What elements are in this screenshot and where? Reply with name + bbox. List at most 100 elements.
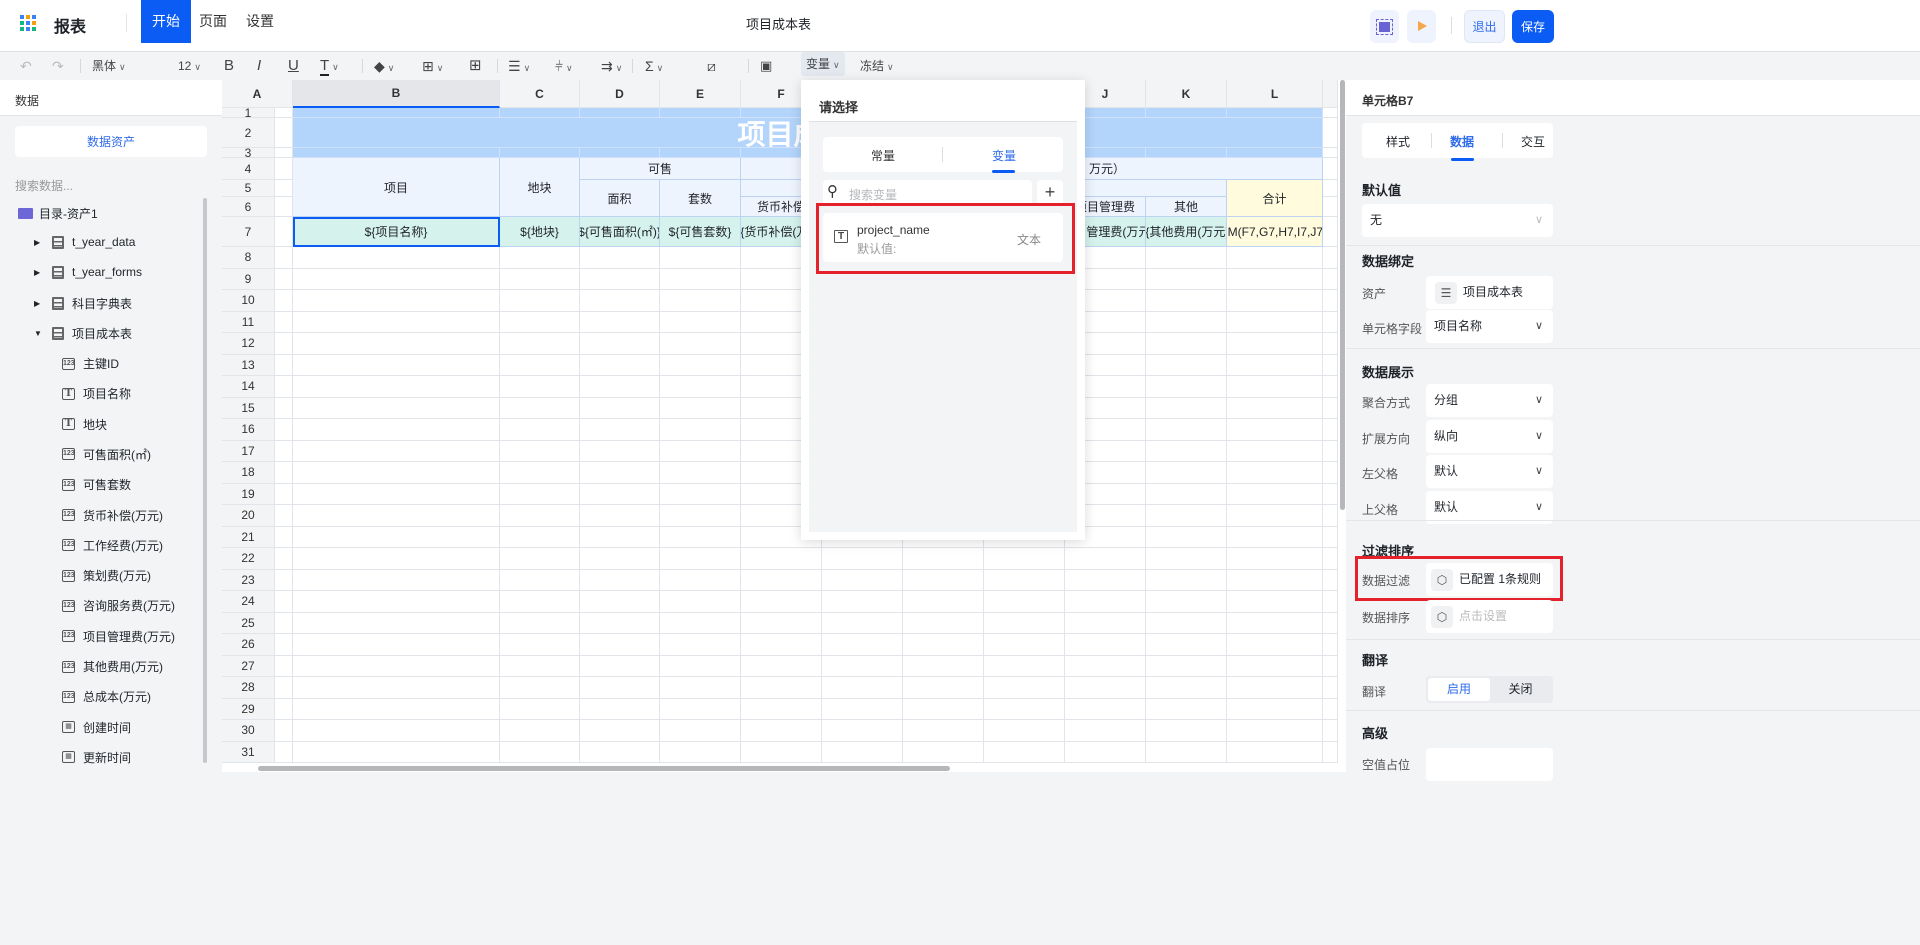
cell[interactable] <box>1323 612 1338 634</box>
cell[interactable] <box>903 655 984 677</box>
cell[interactable] <box>293 677 500 699</box>
column-header[interactable]: B <box>293 80 500 108</box>
cell[interactable] <box>984 655 1065 677</box>
cell[interactable] <box>580 397 660 419</box>
cell[interactable] <box>660 698 741 720</box>
cell[interactable] <box>1227 612 1323 634</box>
field-item[interactable]: 123 可售面积(㎡) <box>62 446 151 463</box>
tab-settings[interactable]: 设置 <box>235 0 285 43</box>
cell[interactable] <box>660 333 741 355</box>
tab-constant[interactable]: 常量 <box>871 147 895 164</box>
data-assets-button[interactable]: 数据资产 <box>15 126 207 157</box>
cell[interactable] <box>660 741 741 763</box>
cell[interactable] <box>1323 217 1338 247</box>
cell[interactable] <box>500 354 580 376</box>
cell[interactable] <box>1146 612 1227 634</box>
cell[interactable]: ${可售面积(㎡)} <box>580 217 660 247</box>
cell[interactable] <box>293 311 500 333</box>
formula-cell[interactable]: =SUM(F7,G7,H7,I7,J7,K7) <box>1227 217 1323 247</box>
text-color-button[interactable]: T ∨ <box>320 56 339 76</box>
cell[interactable] <box>660 354 741 376</box>
cell[interactable] <box>1065 591 1146 613</box>
cell[interactable] <box>1323 720 1338 742</box>
cell[interactable] <box>1227 526 1323 548</box>
vertical-align-icon[interactable]: ⫩ ∨ <box>555 56 573 76</box>
cell[interactable] <box>1323 158 1338 180</box>
table-item[interactable]: ▶ 科目字典表 <box>34 295 132 312</box>
cell[interactable] <box>1323 354 1338 376</box>
cell[interactable] <box>1323 505 1338 527</box>
variable-list-item[interactable]: T project_name 默认值: 文本 <box>823 213 1063 262</box>
cell[interactable] <box>1146 462 1227 484</box>
row-header[interactable]: 11 <box>222 311 275 333</box>
cell[interactable] <box>580 290 660 312</box>
cell[interactable] <box>580 720 660 742</box>
tab-page[interactable]: 页面 <box>188 0 238 43</box>
horizontal-scrollbar[interactable] <box>258 766 950 771</box>
cell[interactable] <box>1065 612 1146 634</box>
underline-button[interactable]: U <box>288 56 299 76</box>
cell[interactable] <box>741 655 822 677</box>
cell[interactable] <box>1227 741 1323 763</box>
cell[interactable] <box>500 698 580 720</box>
row-header[interactable]: 9 <box>222 268 275 290</box>
cell[interactable] <box>903 741 984 763</box>
italic-button[interactable]: I <box>257 56 261 76</box>
align-icon[interactable]: ☰ ∨ <box>508 56 530 76</box>
font-size-select[interactable]: 12 ∨ <box>178 56 201 76</box>
cell[interactable] <box>293 548 500 570</box>
cell[interactable] <box>580 741 660 763</box>
tab-start[interactable]: 开始 <box>141 0 191 43</box>
cell[interactable] <box>500 333 580 355</box>
cell[interactable] <box>660 268 741 290</box>
cell[interactable] <box>1065 548 1146 570</box>
cell[interactable] <box>822 634 903 656</box>
cell[interactable] <box>1146 483 1227 505</box>
app-grid-icon[interactable] <box>20 15 36 31</box>
cell[interactable] <box>903 634 984 656</box>
cell[interactable] <box>984 698 1065 720</box>
row-header[interactable]: 6 <box>222 197 275 217</box>
cell[interactable] <box>660 677 741 699</box>
field-item[interactable]: 123 策划费(万元) <box>62 567 151 584</box>
row-header[interactable]: 16 <box>222 419 275 441</box>
cell[interactable] <box>741 591 822 613</box>
cell[interactable] <box>1227 462 1323 484</box>
cell[interactable] <box>293 419 500 441</box>
cell[interactable] <box>822 720 903 742</box>
row-header[interactable]: 26 <box>222 634 275 656</box>
data-filter-button[interactable]: ⬡ 已配置 1条规则 <box>1426 563 1553 596</box>
cell[interactable] <box>293 741 500 763</box>
cell[interactable] <box>660 483 741 505</box>
cell[interactable] <box>822 548 903 570</box>
cell[interactable] <box>500 108 580 118</box>
merge-cells-icon[interactable]: ⊞ <box>469 56 482 76</box>
cell[interactable] <box>580 440 660 462</box>
freeze-menu-button[interactable]: 冻结 ∨ <box>860 56 894 76</box>
cell[interactable] <box>580 677 660 699</box>
cell[interactable] <box>1227 333 1323 355</box>
cell[interactable] <box>1323 655 1338 677</box>
cell[interactable] <box>293 505 500 527</box>
cell[interactable] <box>1323 483 1338 505</box>
cell[interactable] <box>1323 591 1338 613</box>
cell[interactable] <box>660 419 741 441</box>
cell[interactable] <box>1323 333 1338 355</box>
cell[interactable] <box>1146 268 1227 290</box>
cell[interactable] <box>500 677 580 699</box>
cell[interactable] <box>1227 634 1323 656</box>
cell[interactable] <box>660 148 741 158</box>
cell[interactable] <box>293 526 500 548</box>
column-header[interactable]: C <box>500 80 580 108</box>
cell[interactable] <box>580 311 660 333</box>
header-cell[interactable]: 可售 <box>580 158 741 180</box>
cell[interactable] <box>1227 397 1323 419</box>
cell[interactable] <box>1227 419 1323 441</box>
row-header[interactable]: 15 <box>222 397 275 419</box>
cell[interactable] <box>580 591 660 613</box>
cell[interactable] <box>741 677 822 699</box>
row-header[interactable]: 3 <box>222 148 275 158</box>
cell[interactable] <box>984 720 1065 742</box>
left-scrollbar[interactable] <box>203 198 207 763</box>
row-header[interactable]: 21 <box>222 526 275 548</box>
